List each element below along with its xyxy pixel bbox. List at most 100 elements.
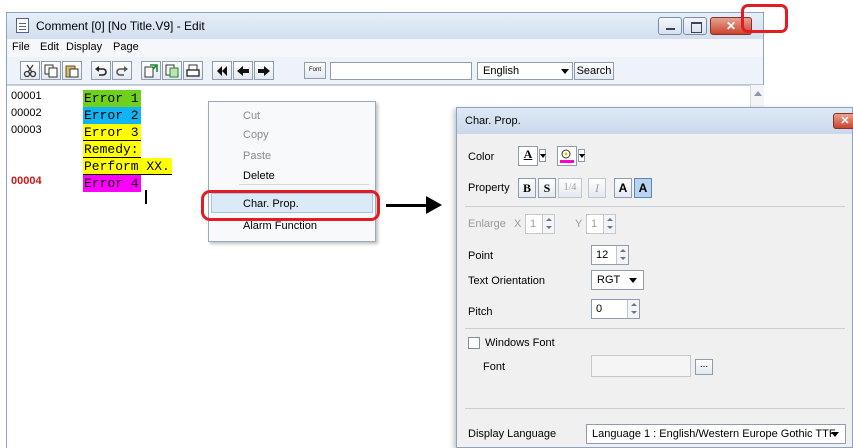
menu-item-alarm-function[interactable]: Alarm Function	[243, 220, 317, 232]
menu-edit[interactable]: Edit	[40, 41, 59, 53]
comment-line[interactable]: Remedy:	[83, 141, 141, 158]
maximize-button[interactable]	[683, 17, 707, 35]
redo-icon[interactable]	[112, 61, 132, 80]
pitch-value: 0	[596, 303, 603, 315]
property-label: Property	[468, 182, 510, 194]
font-browse-button[interactable]: ...	[695, 359, 713, 375]
comment-line[interactable]: Perform XX.	[83, 158, 172, 175]
line-number: 00001	[11, 90, 42, 102]
display-language-label: Display Language	[468, 428, 557, 440]
font-button[interactable]: Font	[304, 62, 326, 79]
comment-line[interactable]: Error 2	[83, 107, 141, 124]
line-number: 00004	[11, 175, 42, 187]
point-spinner[interactable]: 12	[591, 245, 629, 265]
line-number: 00003	[11, 124, 42, 136]
font-field[interactable]	[591, 355, 691, 377]
prev-page-icon[interactable]	[233, 61, 253, 80]
menu-display[interactable]: Display	[66, 41, 102, 53]
undo-icon[interactable]	[91, 61, 111, 80]
document-icon	[16, 18, 29, 33]
point-value: 12	[596, 249, 609, 261]
dialog-separator	[465, 408, 845, 409]
dialog-separator	[465, 328, 845, 329]
menu-file[interactable]: File	[12, 41, 30, 53]
next-page-icon[interactable]	[254, 61, 274, 80]
spinner-arrows-icon[interactable]	[603, 215, 615, 233]
enlarge-x-label: X	[514, 218, 522, 230]
enlarge-y-label: Y	[575, 218, 583, 230]
menu-bar: File Edit Display Page	[7, 39, 763, 57]
chevron-down-icon	[561, 69, 569, 74]
background-color-dropdown[interactable]	[578, 149, 585, 162]
chevron-down-icon	[629, 278, 637, 283]
comment-line[interactable]: Error 4	[83, 175, 141, 192]
print-icon[interactable]	[183, 61, 203, 80]
comment-line[interactable]: Error 3	[83, 124, 141, 141]
text-orientation-value: RGT	[597, 274, 621, 286]
text-orientation-label: Text Orientation	[468, 275, 546, 287]
paint-bucket-icon	[560, 149, 574, 163]
text-orientation-select[interactable]: RGT	[591, 270, 644, 290]
import-icon[interactable]	[141, 61, 161, 80]
highlight-ring-char-prop	[201, 190, 380, 221]
enlarge-x-value: 1	[530, 218, 537, 230]
toolbar: Font English Search	[7, 57, 763, 85]
text-caret	[145, 190, 147, 204]
dialog-title-bar[interactable]: Char. Prop. ✕	[457, 108, 853, 134]
bold-button[interactable]: B	[518, 178, 536, 198]
menu-item-cut[interactable]: Cut	[243, 110, 260, 122]
minimize-button[interactable]	[658, 17, 682, 35]
spinner-arrows-icon[interactable]	[616, 246, 628, 264]
menu-page[interactable]: Page	[113, 41, 139, 53]
quarter-size-button[interactable]: 1/4	[558, 178, 582, 198]
pitch-spinner[interactable]: 0	[591, 299, 640, 319]
display-language-select[interactable]: Language 1 : English/Western Europe Goth…	[586, 424, 846, 444]
enlarge-label: Enlarge	[468, 218, 506, 230]
menu-separator	[239, 184, 369, 185]
background-color-button[interactable]	[557, 146, 577, 166]
copy-icon[interactable]	[41, 61, 61, 80]
dialog-separator	[465, 206, 845, 207]
arrow-right-icon	[426, 196, 442, 214]
title-bar[interactable]: Comment [0] [No Title.V9] - Edit ✕	[7, 13, 763, 39]
search-button[interactable]: Search	[574, 62, 614, 80]
search-input[interactable]	[330, 62, 472, 80]
italic-button[interactable]: I	[588, 178, 606, 198]
display-language-value: Language 1 : English/Western Europe Goth…	[592, 428, 836, 440]
char-prop-dialog: Char. Prop. ✕ Color A Property B S 1/4 I…	[456, 107, 853, 448]
window-title: Comment [0] [No Title.V9] - Edit	[36, 19, 205, 33]
windows-font-label: Windows Font	[485, 337, 555, 349]
menu-item-delete[interactable]: Delete	[243, 170, 275, 182]
line-number-gutter	[7, 86, 71, 448]
windows-font-checkbox[interactable]	[468, 337, 480, 349]
enlarge-x-spinner[interactable]: 1	[525, 214, 555, 234]
dialog-close-button[interactable]: ✕	[833, 113, 853, 129]
enlarge-y-spinner[interactable]: 1	[586, 214, 616, 234]
paste-icon[interactable]	[62, 61, 82, 80]
dialog-title: Char. Prop.	[465, 115, 521, 127]
first-page-icon[interactable]	[212, 61, 232, 80]
cut-icon[interactable]	[20, 61, 40, 80]
language-select[interactable]: English	[477, 62, 573, 80]
text-color-dropdown[interactable]	[539, 149, 546, 162]
line-number: 00002	[11, 107, 42, 119]
screen: Comment [0] [No Title.V9] - Edit ✕ File …	[0, 0, 853, 448]
pitch-label: Pitch	[468, 306, 493, 318]
highlight-button[interactable]: A	[634, 178, 652, 198]
enlarge-y-value: 1	[591, 218, 598, 230]
spinner-arrows-icon[interactable]	[542, 215, 554, 233]
menu-item-copy[interactable]: Copy	[243, 129, 269, 141]
chevron-down-icon	[831, 432, 839, 437]
language-value: English	[483, 65, 520, 77]
color-label: Color	[468, 151, 495, 163]
spinner-arrows-icon[interactable]	[627, 300, 639, 318]
reverse-button[interactable]: A	[614, 178, 632, 198]
menu-item-paste[interactable]: Paste	[243, 150, 271, 162]
point-label: Point	[468, 250, 494, 262]
font-label: Font	[483, 361, 506, 373]
text-color-button[interactable]: A	[518, 146, 538, 166]
export-icon[interactable]	[162, 61, 182, 80]
comment-line[interactable]: Error 1	[83, 90, 141, 107]
scroll-up-icon[interactable]	[754, 91, 762, 96]
shadow-button[interactable]: S	[538, 178, 556, 198]
